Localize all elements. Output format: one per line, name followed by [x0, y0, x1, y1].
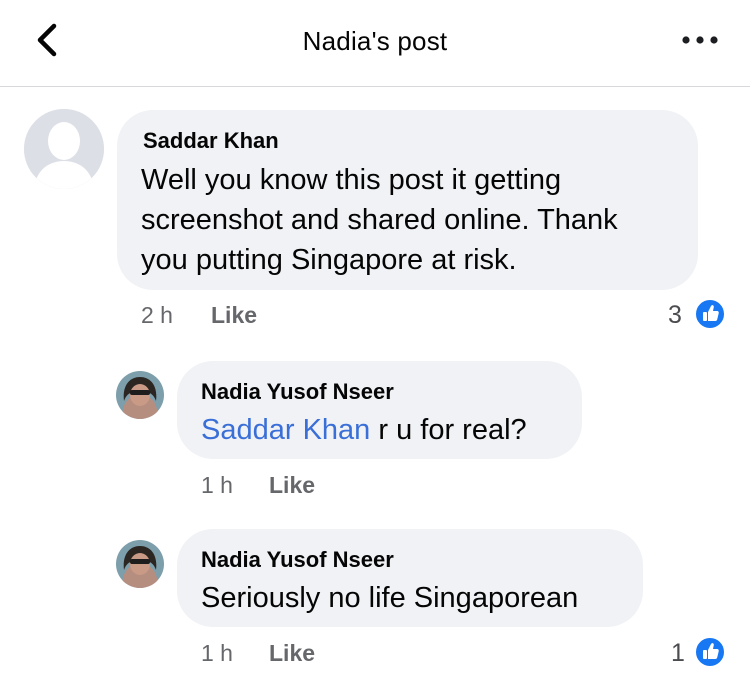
reaction-count[interactable]: 3 — [668, 301, 682, 330]
comment-time: 2 h — [141, 302, 173, 328]
like-button[interactable]: Like — [269, 472, 315, 499]
comment-text: Saddar Khan r u for real? — [201, 410, 527, 450]
comment-text-line: Well you know this post it getting — [141, 164, 562, 196]
avatar[interactable] — [116, 371, 164, 419]
more-options-button[interactable] — [680, 28, 720, 52]
comment-text-line: screenshot and shared online. Thank — [141, 204, 618, 236]
mention-link[interactable]: Saddar Khan — [201, 414, 370, 446]
like-button[interactable]: Like — [211, 302, 257, 329]
like-button[interactable]: Like — [269, 640, 315, 667]
more-dots-icon — [682, 36, 718, 44]
comment-text-body: r u for real? — [370, 414, 527, 446]
profile-photo-icon — [116, 540, 164, 588]
comment-author[interactable]: Nadia Yusof Nseer — [201, 547, 394, 573]
like-reaction-badge[interactable] — [694, 298, 726, 330]
like-reaction-badge[interactable] — [694, 636, 726, 668]
comment-author[interactable]: Nadia Yusof Nseer — [201, 379, 394, 405]
thumbs-up-icon — [703, 305, 719, 321]
top-bar: Nadia's post — [0, 0, 750, 87]
comment-author[interactable]: Saddar Khan — [143, 128, 279, 154]
comment-time: 1 h — [201, 640, 233, 666]
profile-photo-icon — [116, 371, 164, 419]
reaction-count[interactable]: 1 — [671, 639, 685, 668]
page-title: Nadia's post — [302, 26, 448, 56]
comment-text-line: you putting Singapore at risk. — [141, 244, 517, 276]
default-avatar-icon — [24, 109, 104, 189]
avatar[interactable] — [116, 540, 164, 588]
avatar[interactable] — [24, 109, 104, 189]
thumbs-up-icon — [703, 643, 719, 659]
comment-text: Seriously no life Singaporean — [201, 582, 579, 614]
comment-time: 1 h — [201, 472, 233, 498]
